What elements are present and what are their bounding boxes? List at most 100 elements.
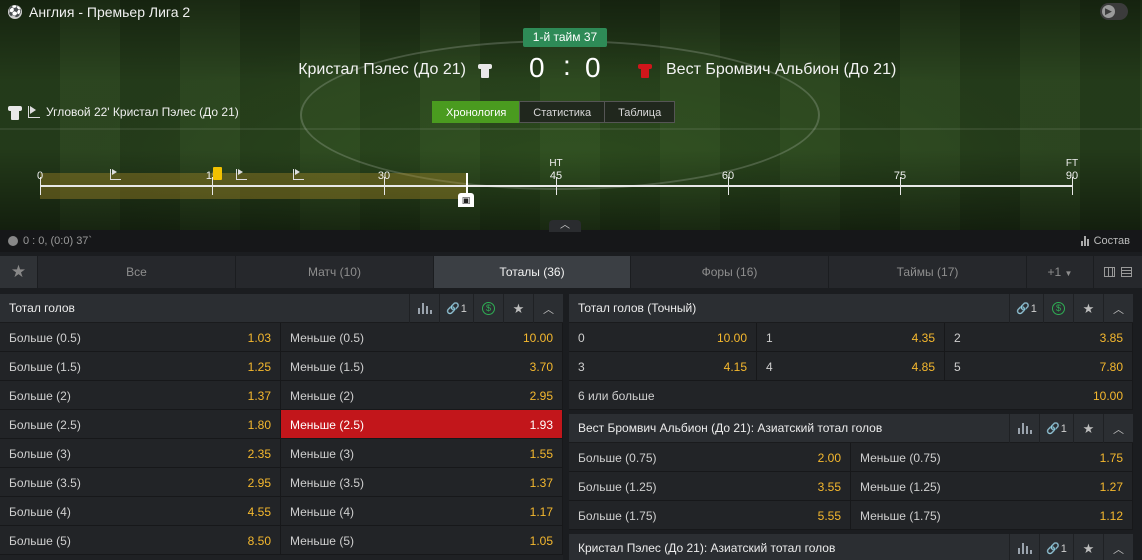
outcome-odd: 1.03 <box>247 331 271 345</box>
market-title: Кристал Пэлес (До 21): Азиатский тотал г… <box>578 541 836 555</box>
outcome-odd: 10.00 <box>522 331 553 345</box>
odds-button-over[interactable]: Больше (4) 4.55 <box>0 497 281 525</box>
odds-button-over[interactable]: Больше (1.25) 3.55 <box>569 472 851 500</box>
tab-totals[interactable]: Тоталы (36) <box>434 256 631 288</box>
outcome-label: Меньше (4) <box>290 505 354 519</box>
collapse-header-button[interactable]: ︿ <box>549 220 581 232</box>
odds-button-over[interactable]: Больше (5) 8.50 <box>0 526 281 554</box>
favorites-star-icon[interactable]: ★ <box>0 256 38 288</box>
outcome-odd: 4.35 <box>911 331 935 345</box>
link-icon[interactable]: 🔗 1 <box>1009 294 1043 323</box>
cashout-dollar-icon[interactable]: $ <box>473 294 503 323</box>
odds-button-over[interactable]: Больше (1.5) 1.25 <box>0 352 281 380</box>
link-icon[interactable]: 🔗 1 <box>439 294 473 323</box>
odds-button-over[interactable]: Больше (2) 1.37 <box>0 381 281 409</box>
odds-button-exact[interactable]: 0 10.00 <box>569 323 757 351</box>
market-away-asian-total: Вест Бромвич Альбион (До 21): Азиатский … <box>569 414 1133 530</box>
odds-button-exact[interactable]: 1 4.35 <box>757 323 945 351</box>
odds-button-under[interactable]: Меньше (0.75) 1.75 <box>851 443 1133 471</box>
stats-icon[interactable] <box>409 294 439 323</box>
odds-button-exact[interactable]: 3 4.15 <box>569 352 757 380</box>
outcome-label: Больше (1.25) <box>578 480 657 494</box>
market-row: 6 или больше 10.00 <box>569 381 1133 410</box>
stadium-icon: ▣ <box>458 193 474 207</box>
collapse-chevron-icon[interactable]: ︿ <box>1103 534 1133 560</box>
odds-button-under[interactable]: Меньше (3.5) 1.37 <box>281 468 563 496</box>
odds-button-under[interactable]: Меньше (2) 2.95 <box>281 381 563 409</box>
odds-button-over[interactable]: Больше (1.75) 5.55 <box>569 501 851 529</box>
home-shirt-icon <box>8 104 22 120</box>
favorite-star-icon[interactable]: ★ <box>1073 294 1103 323</box>
stats-icon[interactable] <box>1009 414 1039 443</box>
collapse-chevron-icon[interactable]: ︿ <box>533 294 563 323</box>
view-switcher <box>1094 256 1142 288</box>
outcome-label: Больше (0.75) <box>578 451 657 465</box>
collapse-chevron-icon[interactable]: ︿ <box>1103 294 1133 323</box>
favorite-star-icon[interactable]: ★ <box>503 294 533 323</box>
odds-button-under[interactable]: Меньше (0.5) 10.00 <box>281 323 563 351</box>
market-row: Больше (2) 1.37 Меньше (2) 2.95 <box>0 381 563 410</box>
tab-more[interactable]: +1 ▼ <box>1027 256 1094 288</box>
tab-match[interactable]: Матч (10) <box>236 256 434 288</box>
link-icon[interactable]: 🔗 1 <box>1039 534 1073 560</box>
outcome-label: Больше (4) <box>9 505 71 519</box>
odds-button-over[interactable]: Больше (0.5) 1.03 <box>0 323 281 351</box>
outcome-label: Меньше (2) <box>290 389 354 403</box>
tab-timeline[interactable]: Хронология <box>432 101 521 123</box>
odds-button-over[interactable]: Больше (0.75) 2.00 <box>569 443 851 471</box>
market-tabs: ★ Все Матч (10) Тоталы (36) Форы (16) Та… <box>0 256 1142 288</box>
tab-statistics[interactable]: Статистика <box>519 101 606 123</box>
market-row: Больше (1.75) 5.55 Меньше (1.75) 1.12 <box>569 501 1133 530</box>
outcome-label: Меньше (1.25) <box>860 480 941 494</box>
outcome-label: Меньше (5) <box>290 534 354 548</box>
away-score: 0 <box>585 52 601 83</box>
tab-handicaps[interactable]: Форы (16) <box>631 256 829 288</box>
tab-halves[interactable]: Таймы (17) <box>829 256 1027 288</box>
cashout-dollar-icon[interactable]: $ <box>1043 294 1073 323</box>
odds-button-under[interactable]: Меньше (4) 1.17 <box>281 497 563 525</box>
lineup-link[interactable]: Состав <box>1080 235 1130 247</box>
grid-view-icon[interactable] <box>1104 267 1115 277</box>
odds-button-exact[interactable]: 5 7.80 <box>945 352 1133 380</box>
odds-button-over[interactable]: Больше (2.5) 1.80 <box>0 410 281 438</box>
outcome-odd: 1.25 <box>247 360 271 374</box>
link-icon[interactable]: 🔗 1 <box>1039 414 1073 443</box>
outcome-odd: 3.85 <box>1099 331 1123 345</box>
tab-all[interactable]: Все <box>38 256 236 288</box>
away-shirt-icon <box>638 62 652 78</box>
odds-button-under[interactable]: Меньше (2.5) 1.93 <box>281 410 563 438</box>
favorite-star-icon[interactable]: ★ <box>1073 414 1103 443</box>
timeline-tick-label: 45 <box>549 170 563 182</box>
odds-button-exact[interactable]: 2 3.85 <box>945 323 1133 351</box>
odds-button-exact[interactable]: 6 или больше 10.00 <box>569 381 1133 409</box>
odds-button-under[interactable]: Меньше (1.25) 1.27 <box>851 472 1133 500</box>
odds-button-exact[interactable]: 4 4.85 <box>757 352 945 380</box>
last-event-text: Угловой 22' Кристал Пэлес (До 21) <box>46 105 239 119</box>
market-title: Вест Бромвич Альбион (До 21): Азиатский … <box>578 421 883 435</box>
tab-table[interactable]: Таблица <box>604 101 676 123</box>
outcome-odd: 2.35 <box>247 447 271 461</box>
corner-flag-icon <box>28 106 40 118</box>
match-period-badge: 1-й тайм 37 <box>523 28 607 47</box>
outcome-label: 0 <box>578 331 585 345</box>
odds-button-under[interactable]: Меньше (3) 1.55 <box>281 439 563 467</box>
market-header: Тотал голов (Точный) 🔗 1 $ ★ ︿ <box>569 294 1133 323</box>
collapse-chevron-icon[interactable]: ︿ <box>1103 414 1133 443</box>
outcome-label: 6 или больше <box>578 389 655 403</box>
favorite-star-icon[interactable]: ★ <box>1073 534 1103 560</box>
odds-button-under[interactable]: Меньше (1.75) 1.12 <box>851 501 1133 529</box>
info-icon <box>8 236 18 246</box>
stream-toggle[interactable]: ▶ <box>1100 3 1128 20</box>
odds-button-under[interactable]: Меньше (5) 1.05 <box>281 526 563 554</box>
odds-button-over[interactable]: Больше (3) 2.35 <box>0 439 281 467</box>
view-tabs: Хронология Статистика Таблица <box>432 101 676 123</box>
odds-button-under[interactable]: Меньше (1.5) 3.70 <box>281 352 563 380</box>
market-header: Кристал Пэлес (До 21): Азиатский тотал г… <box>569 534 1133 560</box>
odds-button-over[interactable]: Больше (3.5) 2.95 <box>0 468 281 496</box>
list-view-icon[interactable] <box>1121 267 1132 277</box>
outcome-odd: 1.27 <box>1099 480 1123 494</box>
outcome-odd: 7.80 <box>1099 360 1123 374</box>
outcome-odd: 1.37 <box>247 389 271 403</box>
stats-icon[interactable] <box>1009 534 1039 560</box>
top-bar: ⚽ Англия - Премьер Лига 2 ▶ <box>0 0 1142 24</box>
